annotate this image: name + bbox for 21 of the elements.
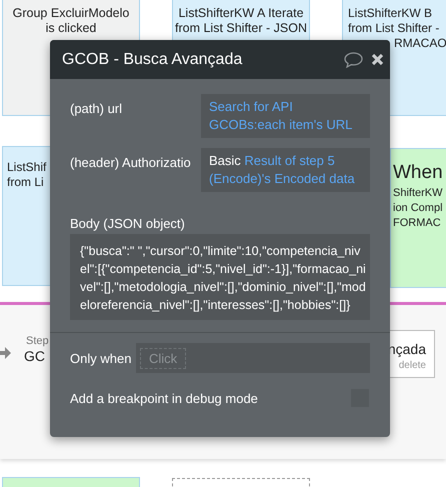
card-text: RMACAO [394, 36, 446, 51]
field-label: (path) url [70, 100, 124, 116]
step-name: GC [24, 348, 45, 364]
card-text: is clicked [46, 21, 96, 36]
field-label: Body (JSON object) [70, 216, 186, 231]
step-caption: Step [26, 335, 49, 347]
card-text: from List Shifter - JSON [175, 21, 307, 36]
field-label: Only when [70, 350, 132, 366]
card-text: from List Shifter - [348, 21, 440, 36]
card-text: ListShif [7, 160, 46, 175]
card-title: When [393, 162, 443, 184]
dialog-title: GCOB - Busca Avançada [62, 50, 244, 68]
field-label: (header) Authorizatio [70, 154, 192, 170]
card-text: ShifterKW [393, 186, 443, 201]
breakpoint-label: Add a breakpoint in debug mode [70, 390, 258, 406]
card-text: ListShifterKW A Iterate [178, 6, 304, 21]
card-text: Group ExcluirModelo [12, 6, 130, 21]
card-text: from Li [7, 175, 44, 190]
card-text: FORMAC [393, 216, 441, 231]
card-text: ion Compl [393, 201, 443, 216]
card-text: ListShifterKW B [348, 6, 432, 21]
